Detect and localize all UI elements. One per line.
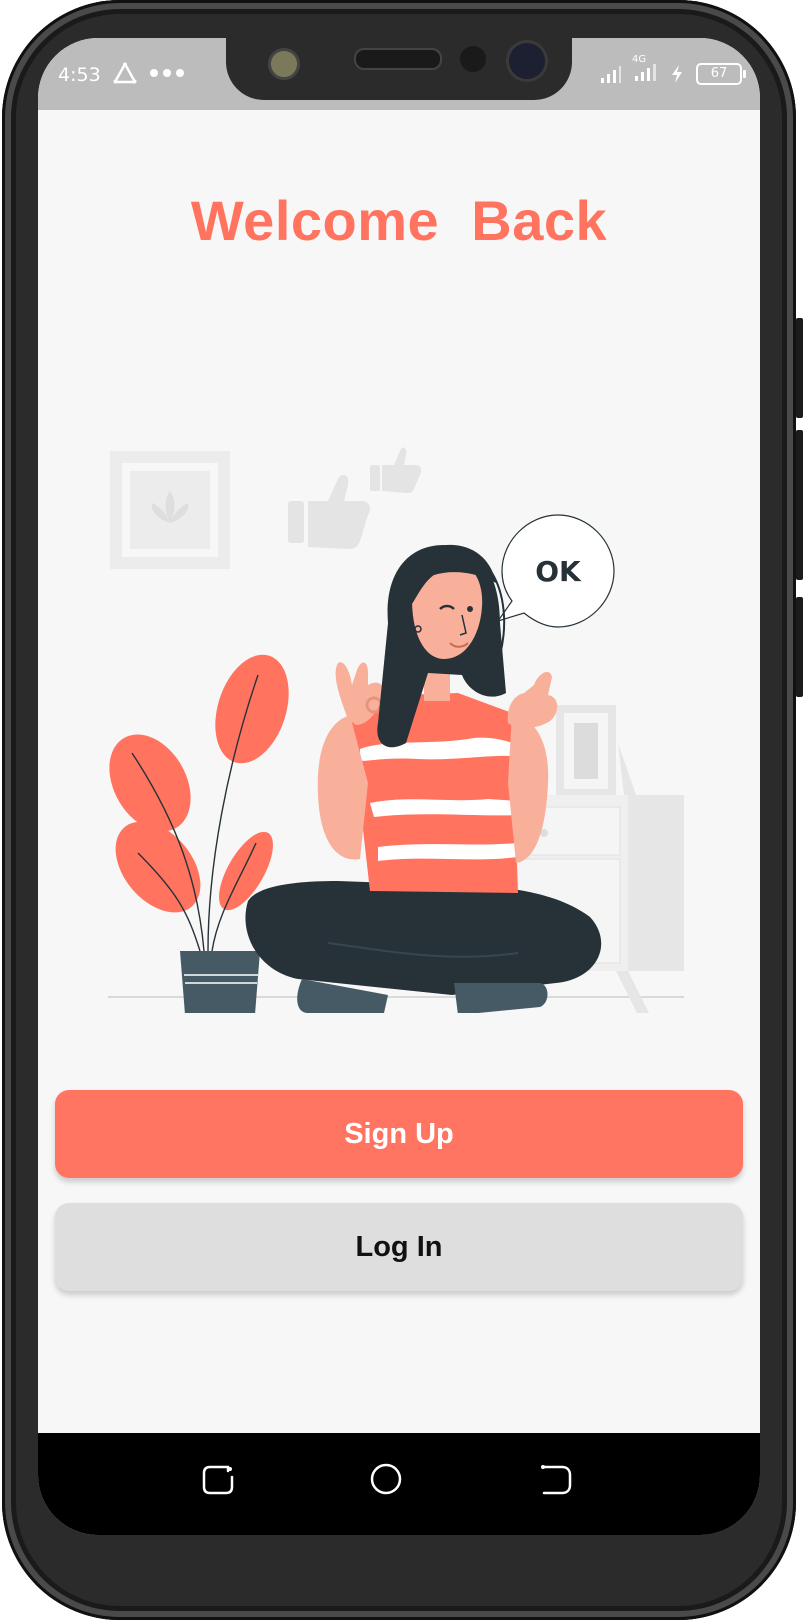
back-icon[interactable] xyxy=(538,1461,574,1497)
status-bar: 4:53 4G 67 xyxy=(38,38,760,110)
speech-bubble: OK xyxy=(496,514,615,628)
more-dots-icon xyxy=(150,69,184,77)
log-in-button[interactable]: Log In xyxy=(55,1203,743,1291)
proximity-sensor xyxy=(460,46,486,72)
thumbs-up-large xyxy=(288,474,370,549)
side-button-top xyxy=(796,318,803,418)
front-camera xyxy=(506,40,548,82)
phone-frame: 4:53 4G 67 Welcome Back OK Sign Up Log I… xyxy=(0,0,803,1622)
charging-icon xyxy=(672,64,682,83)
camera-notch xyxy=(226,38,572,100)
alert-triangle-icon xyxy=(113,62,137,84)
status-time: 4:53 xyxy=(58,64,101,86)
welcome-illustration: OK xyxy=(108,447,684,1013)
front-flash xyxy=(268,48,300,80)
system-nav-bar xyxy=(38,1433,760,1535)
earpiece-speaker xyxy=(354,48,442,70)
side-button-middle xyxy=(796,430,803,580)
recent-apps-icon[interactable] xyxy=(200,1461,236,1497)
network-type: 4G xyxy=(632,54,647,65)
speech-bubble-text: OK xyxy=(535,555,582,588)
picture-frame-left xyxy=(110,451,230,569)
home-icon[interactable] xyxy=(368,1461,404,1497)
app-screen: 4:53 4G 67 Welcome Back OK Sign Up Log I… xyxy=(38,38,760,1535)
battery-icon: 67 xyxy=(696,62,746,85)
thumbs-up-small xyxy=(370,447,422,493)
status-right-icons: 4G 67 xyxy=(600,54,746,87)
signal-4g-group: 4G xyxy=(632,54,658,87)
page-title: Welcome Back xyxy=(190,189,608,252)
side-button-bottom xyxy=(796,597,803,697)
signal-icon xyxy=(601,65,621,83)
sign-up-button[interactable]: Sign Up xyxy=(55,1090,743,1178)
status-left-icons xyxy=(113,62,185,84)
